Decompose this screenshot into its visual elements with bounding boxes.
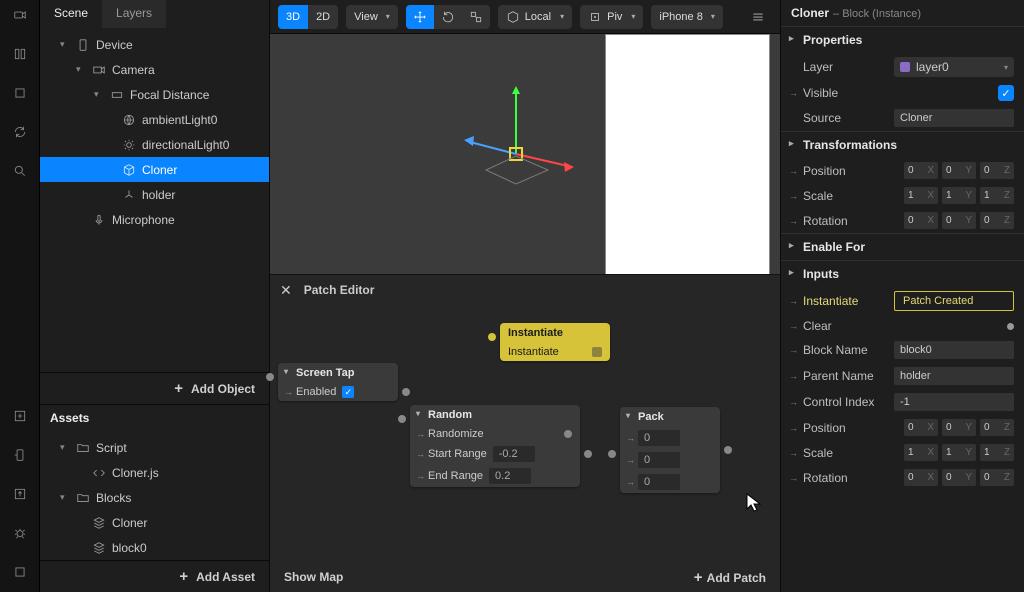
search-icon[interactable] xyxy=(13,164,27,181)
patch-editor-title: Patch Editor xyxy=(304,283,375,297)
bug-icon[interactable] xyxy=(13,526,27,543)
tree-row[interactable]: ambientLight0 xyxy=(40,107,269,132)
tab-layers[interactable]: Layers xyxy=(102,0,166,28)
pivot-dropdown[interactable]: Piv xyxy=(580,5,643,29)
mic-icon xyxy=(92,213,106,227)
tree-row[interactable]: directionalLight0 xyxy=(40,132,269,157)
rotate-tool-icon[interactable] xyxy=(434,5,462,29)
upload-icon[interactable] xyxy=(13,487,27,504)
move-tool-icon[interactable] xyxy=(406,5,434,29)
scale-xyz[interactable]: 1X1Y1Z xyxy=(904,187,1014,204)
layer-dropdown[interactable]: layer0 xyxy=(894,57,1014,77)
scale-tool-icon[interactable] xyxy=(462,5,490,29)
transform-gizmo-icon xyxy=(456,74,596,194)
tree-row[interactable]: ▾Blocks xyxy=(40,485,269,510)
view-3d-button[interactable]: 3D xyxy=(278,5,308,29)
stack-icon xyxy=(92,516,106,530)
patch-editor: ✕ Patch Editor Screen Tap Enabled✓ Insta… xyxy=(270,274,780,592)
tree-row[interactable]: ▾Script xyxy=(40,435,269,460)
tree-row-selected[interactable]: Cloner xyxy=(40,157,269,182)
focal-icon xyxy=(110,88,124,102)
close-patch-icon[interactable]: ✕ xyxy=(280,282,292,299)
parent-name-field[interactable]: holder xyxy=(894,367,1014,385)
device-dropdown[interactable]: iPhone 8 xyxy=(651,5,722,29)
node-instantiate[interactable]: Instantiate Instantiate xyxy=(500,323,610,361)
cursor-icon xyxy=(746,493,764,513)
hierarchy-column: Scene Layers ▾Device ▾Camera ▾Focal Dist… xyxy=(40,0,270,592)
rotation-xyz[interactable]: 0X0Y0Z xyxy=(904,212,1014,229)
tree-row[interactable]: Microphone xyxy=(40,207,269,232)
input-position-xyz[interactable]: 0X0Y0Z xyxy=(904,419,1014,436)
assets-title: Assets xyxy=(40,405,269,431)
folder-icon xyxy=(76,441,90,455)
section-properties[interactable]: Properties xyxy=(781,26,1024,53)
checkbox-icon[interactable]: ✓ xyxy=(342,386,354,398)
assets-panel: Assets ▾Script Cloner.js ▾Blocks Cloner … xyxy=(40,404,269,592)
tool-rail xyxy=(0,0,40,592)
add-object-button[interactable]: +Add Object xyxy=(40,372,269,404)
node-pack[interactable]: Pack 0 0 0 xyxy=(620,407,720,493)
camera-icon xyxy=(92,63,106,77)
tree-row[interactable]: holder xyxy=(40,182,269,207)
send-to-device-icon[interactable] xyxy=(13,448,27,465)
cube-icon xyxy=(122,163,136,177)
patch-canvas[interactable]: Screen Tap Enabled✓ Instantiate Instanti… xyxy=(270,305,780,562)
axes-icon xyxy=(122,188,136,202)
local-dropdown[interactable]: Local xyxy=(498,5,572,29)
section-enable-for[interactable]: Enable For xyxy=(781,233,1024,260)
instantiate-patch-button[interactable]: Patch Created xyxy=(894,291,1014,311)
center-area: 3D 2D View Local Piv iPhone 8 xyxy=(270,0,780,592)
code-icon xyxy=(92,466,106,480)
inspector-title: Cloner xyxy=(791,6,829,20)
block-name-field[interactable]: block0 xyxy=(894,341,1014,359)
view-2d-button[interactable]: 2D xyxy=(308,5,338,29)
sun-icon xyxy=(122,138,136,152)
square-icon[interactable] xyxy=(13,86,27,103)
camera-tool-icon[interactable] xyxy=(13,8,27,25)
device-icon xyxy=(76,38,90,52)
visible-checkbox[interactable]: ✓ xyxy=(998,85,1014,101)
section-transformations[interactable]: Transformations xyxy=(781,131,1024,158)
input-rotation-xyz[interactable]: 0X0Y0Z xyxy=(904,469,1014,486)
tree-row[interactable]: ▾Device xyxy=(40,32,269,57)
scene-tree: ▾Device ▾Camera ▾Focal Distance ambientL… xyxy=(40,28,269,372)
inspector: Cloner– Block (Instance) Properties Laye… xyxy=(780,0,1024,592)
position-xyz[interactable]: 0X0Y0Z xyxy=(904,162,1014,179)
inspector-subtitle: – Block (Instance) xyxy=(833,8,921,20)
tree-row[interactable]: block0 xyxy=(40,535,269,560)
input-scale-xyz[interactable]: 1X1Y1Z xyxy=(904,444,1014,461)
minimize-icon[interactable] xyxy=(13,565,27,582)
tree-row[interactable]: Cloner.js xyxy=(40,460,269,485)
source-field[interactable]: Cloner xyxy=(894,109,1014,127)
viewport[interactable] xyxy=(270,34,780,274)
section-inputs[interactable]: Inputs xyxy=(781,260,1024,287)
hamburger-icon[interactable] xyxy=(744,5,772,29)
node-random[interactable]: Random Randomize Start Range-0.2 End Ran… xyxy=(410,405,580,487)
add-panel-icon[interactable] xyxy=(13,409,27,426)
split-view-icon[interactable] xyxy=(13,47,27,64)
view-dropdown[interactable]: View xyxy=(346,5,398,29)
tab-scene[interactable]: Scene xyxy=(40,0,102,28)
stack-icon xyxy=(92,541,106,555)
refresh-icon[interactable] xyxy=(13,125,27,142)
control-index-field[interactable]: -1 xyxy=(894,393,1014,411)
show-map-button[interactable]: Show Map xyxy=(284,570,343,584)
clear-trigger[interactable] xyxy=(1007,323,1014,330)
globe-icon xyxy=(122,113,136,127)
add-asset-button[interactable]: +Add Asset xyxy=(40,560,269,592)
add-patch-button[interactable]: + Add Patch xyxy=(694,570,766,585)
tree-row[interactable]: Cloner xyxy=(40,510,269,535)
node-screen-tap[interactable]: Screen Tap Enabled✓ xyxy=(278,363,398,401)
tree-row[interactable]: ▾Focal Distance xyxy=(40,82,269,107)
viewport-toolbar: 3D 2D View Local Piv iPhone 8 xyxy=(270,0,780,34)
folder-icon xyxy=(76,491,90,505)
tree-row[interactable]: ▾Camera xyxy=(40,57,269,82)
